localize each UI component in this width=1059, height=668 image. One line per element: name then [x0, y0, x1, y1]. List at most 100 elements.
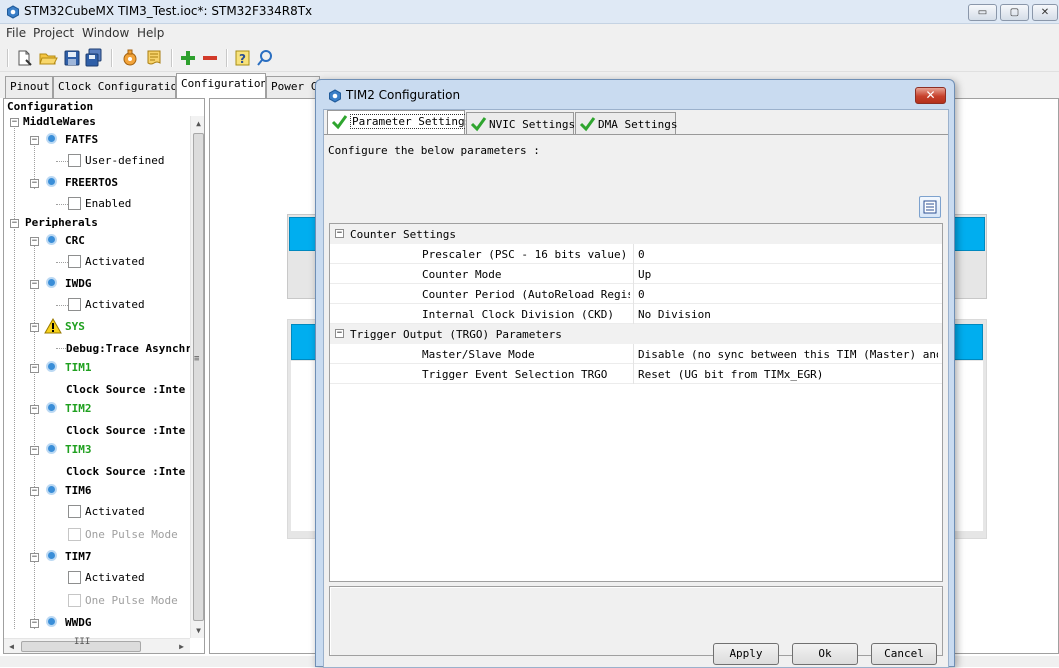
- save-as-icon[interactable]: [84, 48, 104, 68]
- tree-tim6[interactable]: TIM6: [65, 484, 92, 500]
- tim7-activated-checkbox[interactable]: [68, 571, 81, 584]
- tree-expander[interactable]: −: [30, 405, 39, 414]
- collapse-icon[interactable]: −: [335, 329, 344, 338]
- crc-activated-checkbox[interactable]: [68, 255, 81, 268]
- new-project-icon[interactable]: [14, 48, 34, 68]
- tim7-activated-label: Activated: [85, 571, 145, 584]
- collapse-icon[interactable]: −: [335, 229, 344, 238]
- check-icon: [470, 117, 487, 132]
- tim1-clock-source[interactable]: Clock Source :Inte: [66, 383, 185, 399]
- scroll-thumb[interactable]: [193, 133, 204, 621]
- scroll-left-arrow-icon[interactable]: ◀: [4, 639, 19, 653]
- tree-iwdg[interactable]: IWDG: [65, 277, 92, 293]
- warning-icon: [44, 318, 62, 334]
- tree-fatfs[interactable]: FATFS: [65, 133, 98, 149]
- tree-expander[interactable]: −: [30, 364, 39, 373]
- tree-expander[interactable]: −: [30, 179, 39, 188]
- param-value[interactable]: Up: [638, 268, 938, 281]
- gear-icon: [46, 402, 57, 413]
- tab-clock-configuration[interactable]: Clock Configuration: [53, 76, 176, 98]
- tree-expander[interactable]: −: [10, 118, 19, 127]
- tab-configuration[interactable]: Configuration: [176, 73, 266, 98]
- gear-icon: [46, 277, 57, 288]
- tree-middlewares[interactable]: MiddleWares: [23, 115, 96, 131]
- group-trigger-output[interactable]: − Trigger Output (TRGO) Parameters: [330, 324, 942, 344]
- group-label: Trigger Output (TRGO) Parameters: [350, 328, 562, 341]
- param-value[interactable]: 0: [638, 248, 938, 261]
- param-row[interactable]: Counter Period (AutoReload Regis... 0: [330, 284, 942, 304]
- freertos-enabled-checkbox[interactable]: [68, 197, 81, 210]
- menu-window[interactable]: Window: [82, 26, 129, 40]
- tree-tim1[interactable]: TIM1: [65, 361, 92, 377]
- tim7-one-pulse-checkbox[interactable]: [68, 594, 81, 607]
- tab-pinout[interactable]: Pinout: [5, 76, 53, 98]
- tree-expander[interactable]: −: [30, 136, 39, 145]
- sys-debug-detail[interactable]: Debug:Trace Asynchr: [66, 342, 192, 358]
- add-icon[interactable]: [178, 48, 198, 68]
- param-row[interactable]: Counter Mode Up: [330, 264, 942, 284]
- scroll-down-arrow-icon[interactable]: ▼: [191, 623, 204, 638]
- tree-peripherals[interactable]: Peripherals: [25, 216, 98, 232]
- param-value[interactable]: 0: [638, 288, 938, 301]
- generate-report-icon[interactable]: [120, 48, 140, 68]
- tab-nvic-settings[interactable]: NVIC Settings: [466, 112, 575, 134]
- param-value[interactable]: Disable (no sync between this TIM (Maste…: [638, 348, 938, 361]
- apply-button[interactable]: Apply: [713, 643, 779, 665]
- group-label: Counter Settings: [350, 228, 456, 241]
- dialog-close-button[interactable]: ✕: [915, 87, 946, 104]
- param-row[interactable]: Prescaler (PSC - 16 bits value) 0: [330, 244, 942, 264]
- tab-parameter-settings[interactable]: Parameter Settings: [327, 110, 474, 134]
- tree-vertical-scrollbar[interactable]: ▲ ≡ ▼: [190, 116, 204, 638]
- gear-icon: [46, 361, 57, 372]
- fatfs-user-defined-checkbox[interactable]: [68, 154, 81, 167]
- tree-guide: [14, 123, 15, 223]
- param-row[interactable]: Internal Clock Division (CKD) No Divisio…: [330, 304, 942, 324]
- table-view-button[interactable]: [919, 196, 941, 218]
- menu-project[interactable]: Project: [33, 26, 74, 40]
- tree-tim2[interactable]: TIM2: [65, 402, 92, 418]
- tree-sys[interactable]: SYS: [65, 320, 85, 336]
- tree-expander[interactable]: −: [30, 553, 39, 562]
- param-row[interactable]: Trigger Event Selection TRGO Reset (UG b…: [330, 364, 942, 384]
- group-counter-settings[interactable]: − Counter Settings: [330, 224, 942, 244]
- close-button[interactable]: ✕: [1032, 4, 1058, 21]
- open-project-icon[interactable]: [38, 48, 58, 68]
- ok-button[interactable]: Ok: [792, 643, 858, 665]
- tim6-one-pulse-checkbox[interactable]: [68, 528, 81, 541]
- tab-power-consumption[interactable]: Power C: [266, 76, 320, 98]
- generate-code-icon[interactable]: [144, 48, 164, 68]
- maximize-button[interactable]: ▢: [1000, 4, 1029, 21]
- tim2-clock-source[interactable]: Clock Source :Inte: [66, 424, 185, 440]
- tim3-clock-source[interactable]: Clock Source :Inte: [66, 465, 185, 481]
- param-value[interactable]: No Division: [638, 308, 938, 321]
- save-icon[interactable]: [62, 48, 82, 68]
- tree-tim7[interactable]: TIM7: [65, 550, 92, 566]
- about-icon[interactable]: [255, 48, 275, 68]
- tree-expander[interactable]: −: [30, 619, 39, 628]
- cancel-button[interactable]: Cancel: [871, 643, 937, 665]
- help-icon[interactable]: ?: [233, 48, 253, 68]
- param-value[interactable]: Reset (UG bit from TIMx_EGR): [638, 368, 938, 381]
- tree-expander[interactable]: −: [10, 219, 19, 228]
- tab-dma-settings[interactable]: DMA Settings: [575, 112, 677, 134]
- tree-expander[interactable]: −: [30, 280, 39, 289]
- scroll-right-arrow-icon[interactable]: ▶: [174, 639, 189, 653]
- remove-icon[interactable]: [200, 48, 220, 68]
- tree-crc[interactable]: CRC: [65, 234, 85, 250]
- tree-freertos[interactable]: FREERTOS: [65, 176, 118, 192]
- menu-help[interactable]: Help: [137, 26, 164, 40]
- menu-file[interactable]: File: [6, 26, 26, 40]
- tree-root[interactable]: Configuration: [7, 100, 93, 116]
- tim6-activated-checkbox[interactable]: [68, 505, 81, 518]
- tree-expander[interactable]: −: [30, 237, 39, 246]
- tree-horizontal-scrollbar[interactable]: ◀ III ▶: [4, 637, 190, 653]
- tree-expander[interactable]: −: [30, 446, 39, 455]
- minimize-button[interactable]: ▭: [968, 4, 997, 21]
- tree-wwdg[interactable]: WWDG: [65, 616, 92, 632]
- scroll-up-arrow-icon[interactable]: ▲: [191, 116, 204, 131]
- tree-tim3[interactable]: TIM3: [65, 443, 92, 459]
- tree-expander[interactable]: −: [30, 323, 39, 332]
- param-row[interactable]: Master/Slave Mode Disable (no sync betwe…: [330, 344, 942, 364]
- iwdg-activated-checkbox[interactable]: [68, 298, 81, 311]
- tree-expander[interactable]: −: [30, 487, 39, 496]
